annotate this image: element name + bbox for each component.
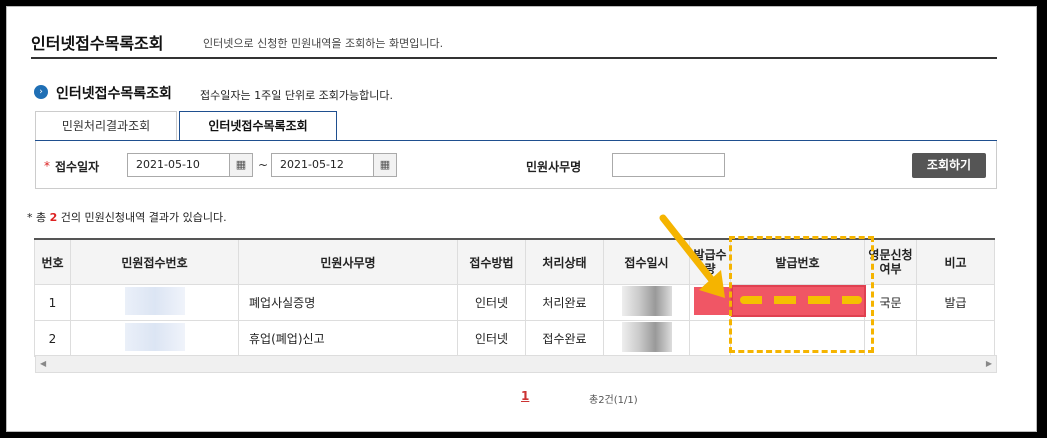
result-prefix: * 총 [27, 211, 47, 224]
cell-office[interactable]: 휴업(폐업)신고 [238, 320, 458, 357]
tab-result-inquiry[interactable]: 민원처리결과조회 [35, 111, 177, 141]
col-header: 번호 [34, 238, 71, 285]
date-separator: ~ [258, 158, 269, 172]
calendar-icon[interactable]: ▦ [229, 153, 253, 177]
cell-note[interactable] [916, 320, 995, 357]
cell-qty [689, 320, 731, 357]
tab-internet-list[interactable]: 인터넷접수목록조회 [179, 111, 337, 141]
cell-date [603, 320, 690, 357]
result-suffix: 건의 민원신청내역 결과가 있습니다. [60, 211, 227, 224]
section-title: 인터넷접수목록조회 [56, 86, 172, 102]
section-bullet-icon: › [34, 85, 48, 99]
annotation-arrow-icon [659, 214, 725, 298]
cell-method: 인터넷 [457, 284, 526, 321]
redacted-value [124, 323, 185, 351]
annotation-highlight-box [729, 236, 874, 353]
col-header: 처리상태 [525, 238, 604, 285]
cell-method: 인터넷 [457, 320, 526, 357]
scroll-right-icon[interactable]: ▶ [986, 359, 992, 368]
cell-receipt-no[interactable] [70, 284, 239, 321]
page-title: 인터넷접수목록조회 [31, 34, 164, 53]
search-button[interactable]: 조회하기 [912, 153, 986, 178]
section-description: 접수일자는 1주일 단위로 조회가능합니다. [200, 89, 394, 102]
col-header: 비고 [916, 238, 995, 285]
horizontal-scrollbar[interactable]: ◀ ▶ [35, 355, 997, 373]
date-from-input[interactable]: 2021-05-10 [127, 153, 233, 177]
redacted-value [621, 322, 672, 352]
title-divider [31, 57, 997, 59]
redacted-value [124, 287, 185, 315]
office-name-input[interactable] [612, 153, 725, 177]
page-description: 인터넷으로 신청한 민원내역을 조회하는 화면입니다. [203, 37, 444, 50]
cell-no: 1 [34, 284, 71, 321]
page-link[interactable]: 1 [521, 389, 529, 403]
date-label: 접수일자 [55, 160, 100, 174]
office-label: 민원사무명 [526, 160, 582, 174]
cell-office[interactable]: 폐업사실증명 [238, 284, 458, 321]
cell-note[interactable]: 발급 [916, 284, 995, 321]
result-summary: * 총 2 건의 민원신청내역 결과가 있습니다. [27, 209, 227, 225]
scroll-left-icon[interactable]: ◀ [40, 359, 46, 368]
col-header: 민원접수번호 [70, 238, 239, 285]
col-header: 접수방법 [457, 238, 526, 285]
required-mark: * [44, 159, 50, 173]
calendar-icon[interactable]: ▦ [373, 153, 397, 177]
cell-status: 처리완료 [525, 284, 604, 321]
date-to-input[interactable]: 2021-05-12 [271, 153, 377, 177]
result-count: 2 [49, 211, 58, 224]
cell-no: 2 [34, 320, 71, 357]
col-header: 민원사무명 [238, 238, 458, 285]
page-total: 총2건(1/1) [589, 395, 638, 406]
cell-status: 접수완료 [525, 320, 604, 357]
cell-receipt-no[interactable] [70, 320, 239, 357]
